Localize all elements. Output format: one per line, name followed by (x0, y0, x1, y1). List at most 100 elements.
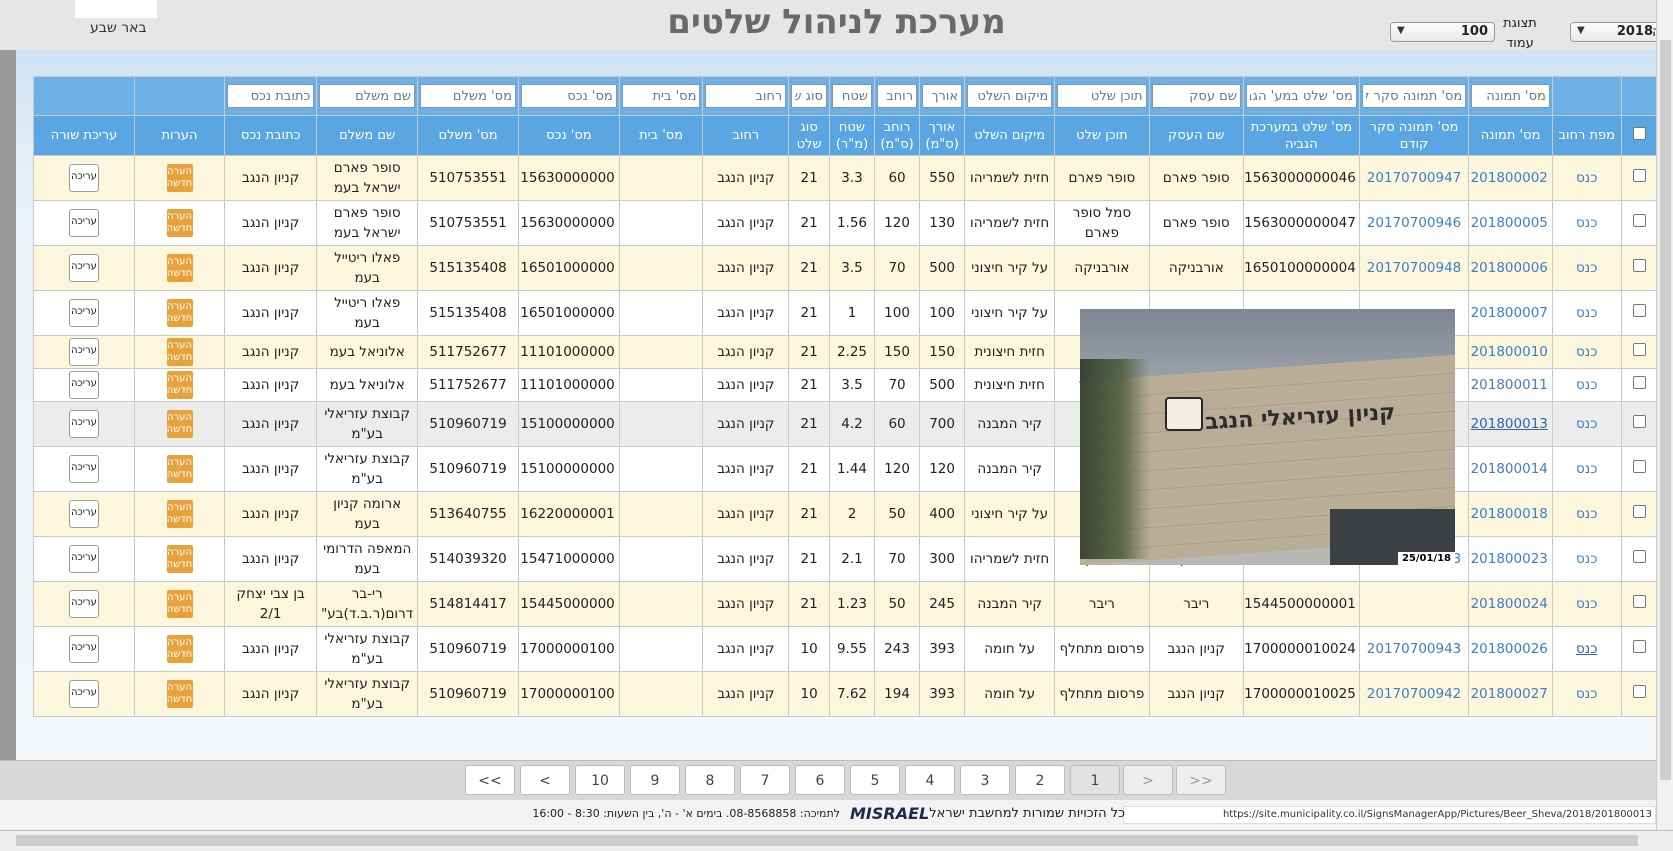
page-size-select[interactable]: ▼ 100 (1390, 22, 1495, 42)
cell-map[interactable]: כנס (1551, 626, 1622, 672)
column-header[interactable]: אורך (ס"מ) (919, 115, 966, 156)
cell-map[interactable]: כנס (1551, 491, 1622, 537)
column-header[interactable]: מס' תמונה סקר קודם (1358, 115, 1470, 156)
new-note-button[interactable]: הערה חדשה (166, 254, 193, 282)
page-button[interactable]: 9 (630, 765, 680, 795)
row-checkbox[interactable] (1632, 214, 1646, 227)
row-checkbox[interactable] (1632, 685, 1646, 698)
cell-map[interactable]: כנס (1551, 245, 1622, 291)
cell-map[interactable]: כנס (1551, 290, 1622, 336)
column-header[interactable]: סוג שלט (788, 115, 830, 156)
cell-pic[interactable]: 201800023 (1468, 536, 1553, 582)
edit-row-button[interactable]: עריכה (68, 338, 99, 366)
row-checkbox[interactable] (1632, 304, 1646, 317)
cell-map[interactable]: כנס (1551, 581, 1622, 627)
cell-map[interactable]: כנס (1551, 536, 1622, 582)
row-checkbox[interactable] (1632, 343, 1646, 356)
column-header[interactable]: מיקום השלט (964, 115, 1056, 156)
edit-row-button[interactable]: עריכה (68, 590, 99, 618)
cell-map[interactable]: כנס (1551, 200, 1622, 246)
page-button[interactable]: >> (1176, 765, 1226, 795)
cell-map[interactable]: כנס (1551, 446, 1622, 492)
new-note-button[interactable]: הערה חדשה (166, 209, 193, 237)
row-checkbox[interactable] (1632, 169, 1646, 182)
cell-pic[interactable]: 201800011 (1468, 368, 1553, 402)
cell-pic[interactable]: 201800018 (1468, 491, 1553, 537)
cell-prev[interactable]: 20170700948 (1358, 245, 1470, 291)
cell-pic[interactable]: 201800005 (1468, 200, 1553, 246)
edit-row-button[interactable]: עריכה (68, 455, 99, 483)
cell-map[interactable]: כנס (1551, 155, 1622, 201)
vertical-scrollbar[interactable] (1656, 0, 1673, 850)
column-header[interactable]: רחוב (702, 115, 790, 156)
page-button[interactable]: < (520, 765, 570, 795)
new-note-button[interactable]: הערה חדשה (166, 338, 193, 366)
page-button[interactable]: 5 (850, 765, 900, 795)
column-header[interactable]: מפת רחוב (1551, 115, 1622, 156)
edit-row-button[interactable]: עריכה (68, 254, 99, 282)
filter-input[interactable] (877, 84, 918, 108)
cell-prev[interactable]: 20170700946 (1358, 200, 1470, 246)
filter-input[interactable] (705, 84, 787, 108)
edit-row-button[interactable]: עריכה (68, 500, 99, 528)
column-header[interactable]: מס' תמונה (1468, 115, 1553, 156)
year-select[interactable]: ▼ 2018 (1570, 22, 1660, 42)
column-header[interactable]: עריכת שורה (33, 115, 135, 156)
row-checkbox[interactable] (1632, 460, 1646, 473)
cell-prev[interactable]: 20170700943 (1358, 626, 1470, 672)
edit-row-button[interactable]: עריכה (68, 680, 99, 708)
filter-input[interactable] (319, 84, 416, 108)
new-note-button[interactable]: הערה חדשה (166, 500, 193, 528)
new-note-button[interactable]: הערה חדשה (166, 299, 193, 327)
row-checkbox[interactable] (1632, 259, 1646, 272)
filter-input[interactable] (227, 84, 315, 108)
filter-input[interactable] (520, 84, 617, 108)
filter-input[interactable] (922, 84, 963, 108)
cell-prev[interactable]: 20170700947 (1358, 155, 1470, 201)
new-note-button[interactable]: הערה חדשה (166, 680, 193, 708)
filter-input[interactable] (831, 84, 873, 108)
page-button[interactable]: 1 (1070, 765, 1120, 795)
filter-input[interactable] (1361, 84, 1467, 108)
filter-input[interactable] (621, 84, 701, 108)
row-checkbox[interactable] (1632, 376, 1646, 389)
column-header[interactable]: תוכן שלט (1054, 115, 1150, 156)
new-note-button[interactable]: הערה חדשה (166, 410, 193, 438)
cell-pic[interactable]: 201800010 (1468, 335, 1553, 369)
cell-pic[interactable]: 201800014 (1468, 446, 1553, 492)
column-header[interactable]: רוחב (ס"מ) (874, 115, 921, 156)
edit-row-button[interactable]: עריכה (68, 299, 99, 327)
column-header[interactable]: מס' משלם (417, 115, 519, 156)
row-checkbox[interactable] (1632, 415, 1646, 428)
horizontal-scrollbar[interactable] (0, 830, 1673, 851)
page-button[interactable]: 7 (740, 765, 790, 795)
select-all-checkbox[interactable] (1632, 126, 1646, 140)
cell-pic[interactable]: 201800027 (1468, 671, 1553, 717)
new-note-button[interactable]: הערה חדשה (166, 455, 193, 483)
page-button[interactable]: 10 (575, 765, 625, 795)
filter-input[interactable] (420, 84, 516, 108)
edit-row-button[interactable]: עריכה (68, 209, 99, 237)
cell-pic[interactable]: 201800007 (1468, 290, 1553, 336)
cell-prev[interactable]: 20170700942 (1358, 671, 1470, 717)
new-note-button[interactable]: הערה חדשה (166, 164, 193, 192)
page-button[interactable]: > (1123, 765, 1173, 795)
filter-input[interactable] (1245, 84, 1357, 108)
edit-row-button[interactable]: עריכה (68, 545, 99, 573)
column-header[interactable]: שם משלם (316, 115, 419, 156)
cell-pic[interactable]: 201800006 (1468, 245, 1553, 291)
cell-pic[interactable]: 201800024 (1468, 581, 1553, 627)
cell-pic[interactable]: 201800002 (1468, 155, 1553, 201)
page-button[interactable]: 6 (795, 765, 845, 795)
filter-input[interactable] (1471, 84, 1550, 108)
edit-row-button[interactable]: עריכה (68, 371, 99, 399)
column-header[interactable]: כתובת נכס (224, 115, 318, 156)
row-checkbox[interactable] (1632, 640, 1646, 653)
filter-input[interactable] (1057, 84, 1147, 108)
cell-map[interactable]: כנס (1551, 335, 1622, 369)
page-button[interactable]: << (465, 765, 515, 795)
page-button[interactable]: 2 (1015, 765, 1065, 795)
edit-row-button[interactable]: עריכה (68, 635, 99, 663)
row-checkbox[interactable] (1632, 505, 1646, 518)
new-note-button[interactable]: הערה חדשה (166, 590, 193, 618)
